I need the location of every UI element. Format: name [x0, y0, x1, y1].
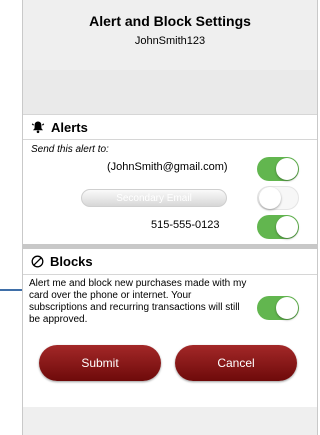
header: Alert and Block Settings JohnSmith123	[23, 0, 317, 70]
send-alert-label: Send this alert to:	[31, 144, 109, 155]
cancel-button[interactable]: Cancel	[175, 345, 297, 381]
phone-number: 515-555-0123	[151, 219, 220, 231]
blank-band	[23, 70, 317, 114]
blocks-section-header: Blocks	[23, 249, 317, 275]
primary-email-toggle[interactable]	[257, 157, 299, 181]
blocks-toggle[interactable]	[257, 296, 299, 320]
action-buttons: Submit Cancel	[23, 345, 317, 407]
primary-email: (JohnSmith@gmail.com)	[107, 161, 228, 173]
submit-button[interactable]: Submit	[39, 345, 161, 381]
blocks-description: Alert me and block new purchases made wi…	[29, 278, 247, 325]
secondary-email-toggle[interactable]	[257, 186, 299, 210]
alerts-body: Send this alert to: (JohnSmith@gmail.com…	[23, 140, 317, 244]
block-icon	[31, 255, 44, 268]
blocks-body: Alert me and block new purchases made wi…	[23, 275, 317, 345]
settings-screen: Alert and Block Settings JohnSmith123 Al…	[22, 0, 318, 435]
alerts-section-header: Alerts	[23, 114, 317, 140]
secondary-email-field[interactable]	[81, 189, 227, 207]
alerts-heading: Alerts	[51, 119, 88, 135]
blocks-heading: Blocks	[50, 254, 93, 269]
bell-icon	[31, 121, 45, 134]
secondary-email-input[interactable]	[82, 191, 226, 205]
page-title: Alert and Block Settings	[89, 13, 251, 29]
username: JohnSmith123	[134, 35, 206, 47]
bottom-band	[23, 407, 317, 435]
phone-toggle[interactable]	[257, 215, 299, 239]
